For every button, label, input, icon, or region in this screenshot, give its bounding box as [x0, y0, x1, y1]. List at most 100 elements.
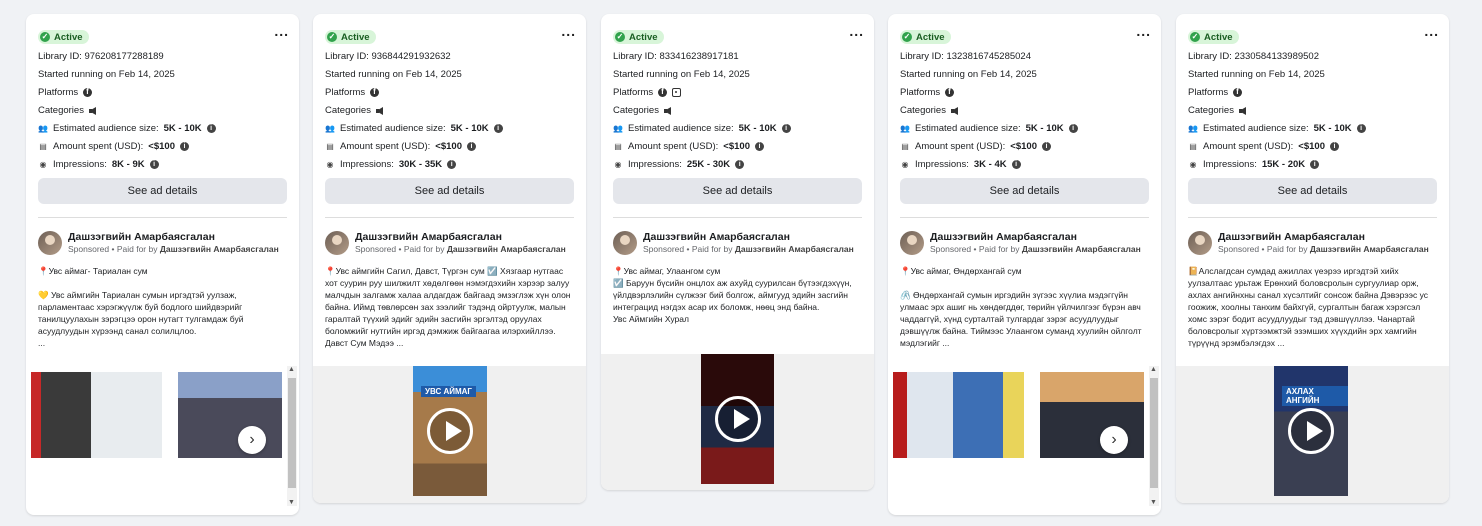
info-icon[interactable]: i — [754, 142, 764, 151]
video-banner: АХЛАХ АНГИЙН — [1282, 386, 1348, 406]
video-thumbnail[interactable]: УВС АЙМАГ — [413, 366, 487, 496]
info-icon[interactable]: i — [1356, 124, 1366, 133]
impressions-row-label: Impressions: — [340, 159, 394, 170]
see-ad-details-button[interactable]: See ad details — [613, 178, 862, 204]
info-icon[interactable]: i — [1041, 142, 1051, 151]
facebook-icon — [658, 87, 668, 97]
check-icon: ✓ — [1190, 32, 1200, 42]
avatar[interactable] — [325, 231, 349, 255]
categories-label: Categories — [900, 105, 946, 116]
spent-row: ▤ Amount spent (USD): <$100 i — [38, 141, 287, 152]
scroll-up-icon[interactable]: ▲ — [1150, 366, 1157, 373]
paid-for-by-label: Paid for by — [1266, 244, 1308, 254]
status-badge: ✓ Active — [613, 30, 664, 44]
payer-name[interactable]: Дашзэгвийн Амарбаясгалан — [1022, 244, 1141, 254]
advertiser-name[interactable]: Дашзэгвийн Амарбаясгалан — [1218, 231, 1429, 243]
scrollbar[interactable]: ▲ ▼ — [1149, 366, 1159, 506]
spent-row-label: Amount spent (USD): — [53, 141, 144, 152]
info-icon[interactable]: i — [1310, 160, 1320, 169]
carousel-next-button[interactable]: › — [238, 426, 266, 454]
platforms-label: Platforms — [325, 87, 366, 98]
more-options-button[interactable]: ... — [849, 24, 864, 38]
ad-text: 📍Увс аймаг, Улаангом сум ☑️ Баруун бүсий… — [613, 266, 852, 324]
carousel-image[interactable] — [893, 372, 1024, 458]
carousel-image[interactable] — [178, 372, 282, 458]
ad-media[interactable]: › ▲ ▼ — [888, 366, 1161, 506]
scrollbar[interactable]: ▲ ▼ — [287, 366, 297, 506]
more-options-button[interactable]: ... — [1424, 24, 1439, 38]
advertiser-name[interactable]: Дашзэгвийн Амарбаясгалан — [68, 231, 279, 243]
avatar[interactable] — [38, 231, 62, 255]
paid-for-by-label: Paid for by — [691, 244, 733, 254]
categories-label: Categories — [325, 105, 371, 116]
advertiser-name[interactable]: Дашзэгвийн Амарбаясгалан — [643, 231, 854, 243]
divider — [613, 217, 862, 218]
ad-media[interactable]: УВС АЙМАГ — [313, 366, 586, 503]
library-id: Library ID: 833416238917181 — [613, 51, 739, 62]
advertiser-name[interactable]: Дашзэгвийн Амарбаясгалан — [930, 231, 1141, 243]
sponsored-label: Sponsored — [930, 244, 972, 254]
scroll-down-icon[interactable]: ▼ — [1150, 499, 1157, 506]
info-icon[interactable]: i — [206, 124, 216, 133]
play-icon[interactable] — [1288, 408, 1334, 454]
info-icon[interactable]: i — [466, 142, 476, 151]
avatar[interactable] — [1188, 231, 1212, 255]
see-ad-details-button[interactable]: See ad details — [325, 178, 574, 204]
categories-row: Categories — [1188, 105, 1437, 116]
carousel-image[interactable] — [31, 372, 162, 458]
divider — [900, 217, 1149, 218]
payer-name[interactable]: Дашзэгвийн Амарбаясгалан — [735, 244, 854, 254]
ad-media[interactable]: › ▲ ▼ — [26, 366, 299, 506]
categories-row: Categories — [613, 105, 862, 116]
audience-row-label: Estimated audience size: — [915, 123, 1021, 134]
carousel-image[interactable] — [1040, 372, 1144, 458]
status-label: Active — [629, 31, 658, 43]
info-icon[interactable]: i — [1011, 160, 1021, 169]
sponsored-label: Sponsored — [643, 244, 685, 254]
audience-row-label: Estimated audience size: — [340, 123, 446, 134]
scrollbar-thumb[interactable] — [1150, 378, 1158, 488]
info-icon[interactable]: i — [447, 160, 457, 169]
info-icon[interactable]: i — [149, 160, 159, 169]
people-icon: 👥 — [613, 124, 623, 133]
check-icon: ✓ — [615, 32, 625, 42]
impressions-row: ◉ Impressions: 3K - 4K i — [900, 159, 1149, 170]
megaphone-icon — [88, 106, 96, 115]
megaphone-icon — [1238, 106, 1246, 115]
info-icon[interactable]: i — [1329, 142, 1339, 151]
impressions-row-value: 8K - 9K — [111, 159, 145, 170]
payer-name[interactable]: Дашзэгвийн Амарбаясгалан — [1310, 244, 1429, 254]
ad-media[interactable]: АХЛАХ АНГИЙН — [1176, 366, 1449, 503]
audience-row: 👥 Estimated audience size: 5K - 10K i — [900, 123, 1149, 134]
play-icon[interactable] — [714, 396, 761, 442]
categories-label: Categories — [613, 105, 659, 116]
scroll-up-icon[interactable]: ▲ — [288, 366, 295, 373]
info-icon[interactable]: i — [781, 124, 791, 133]
payer-name[interactable]: Дашзэгвийн Амарбаясгалан — [160, 244, 279, 254]
status-label: Active — [1204, 31, 1233, 43]
see-ad-details-button[interactable]: See ad details — [1188, 178, 1437, 204]
info-icon[interactable]: i — [493, 124, 503, 133]
advertiser-name[interactable]: Дашзэгвийн Амарбаясгалан — [355, 231, 566, 243]
more-options-button[interactable]: ... — [274, 24, 289, 38]
play-icon[interactable] — [427, 408, 473, 454]
see-ad-details-button[interactable]: See ad details — [900, 178, 1149, 204]
ad-media[interactable] — [601, 354, 874, 490]
started-running: Started running on Feb 14, 2025 — [900, 69, 1037, 80]
more-options-button[interactable]: ... — [1136, 24, 1151, 38]
info-icon[interactable]: i — [735, 160, 745, 169]
see-ad-details-button[interactable]: See ad details — [38, 178, 287, 204]
payer-name[interactable]: Дашзэгвийн Амарбаясгалан — [447, 244, 566, 254]
scroll-down-icon[interactable]: ▼ — [288, 499, 295, 506]
carousel-next-button[interactable]: › — [1100, 426, 1128, 454]
video-thumbnail[interactable] — [701, 354, 774, 484]
avatar[interactable] — [900, 231, 924, 255]
info-icon[interactable]: i — [1068, 124, 1078, 133]
info-icon[interactable]: i — [179, 142, 189, 151]
avatar[interactable] — [613, 231, 637, 255]
video-thumbnail[interactable]: АХЛАХ АНГИЙН — [1274, 366, 1348, 496]
audience-row-label: Estimated audience size: — [53, 123, 159, 134]
more-options-button[interactable]: ... — [561, 24, 576, 38]
scrollbar-thumb[interactable] — [288, 378, 296, 488]
categories-row: Categories — [38, 105, 287, 116]
